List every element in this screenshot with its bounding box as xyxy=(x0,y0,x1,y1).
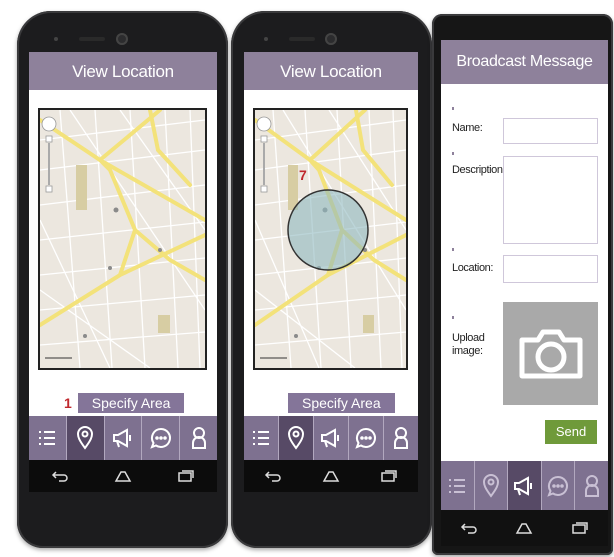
tab-chat[interactable] xyxy=(349,416,384,460)
system-nav-bar xyxy=(244,460,418,492)
proximity-sensor xyxy=(264,37,268,41)
back-icon xyxy=(264,471,281,482)
front-camera xyxy=(116,33,128,45)
specify-area-row: Specify Area xyxy=(288,393,395,413)
location-label: Location: xyxy=(452,262,494,274)
tab-list[interactable] xyxy=(441,461,475,510)
person-icon xyxy=(191,427,206,449)
nav-recents[interactable] xyxy=(560,518,600,538)
field-marker xyxy=(452,316,454,319)
list-icon xyxy=(449,478,466,493)
home-icon xyxy=(114,471,132,482)
street-map xyxy=(40,110,205,368)
tab-chat[interactable] xyxy=(142,416,181,460)
selected-area-circle xyxy=(287,189,369,271)
tab-bar xyxy=(441,461,608,510)
nav-back[interactable] xyxy=(40,466,80,486)
tab-location[interactable] xyxy=(279,416,314,460)
tab-list[interactable] xyxy=(29,416,67,460)
earpiece-speaker xyxy=(79,37,105,41)
back-icon xyxy=(52,471,69,482)
proximity-sensor xyxy=(54,37,58,41)
chat-bubble-icon xyxy=(547,475,569,497)
description-input[interactable] xyxy=(503,156,598,244)
recent-apps-icon xyxy=(572,522,588,534)
nav-recents[interactable] xyxy=(369,466,409,486)
phone-2: View Location 7 Specify Area xyxy=(231,11,432,548)
megaphone-icon xyxy=(514,475,533,496)
screen-view-location-area: View Location 7 Specify Area xyxy=(244,52,418,492)
description-label: Description xyxy=(452,164,503,176)
street-map xyxy=(255,110,406,368)
person-icon xyxy=(394,427,408,449)
chat-bubble-icon xyxy=(150,427,171,449)
tab-broadcast[interactable] xyxy=(508,461,542,510)
home-icon xyxy=(516,523,533,534)
field-marker xyxy=(452,107,454,110)
nav-home[interactable] xyxy=(103,466,143,486)
location-pin-icon xyxy=(482,473,499,498)
location-pin-icon xyxy=(77,426,94,450)
tab-bar xyxy=(244,416,418,460)
chat-bubble-icon xyxy=(355,427,376,449)
specify-area-row: 1 Specify Area xyxy=(64,393,185,413)
front-camera xyxy=(325,33,337,45)
upload-image-label: Upload image: xyxy=(452,332,485,357)
megaphone-icon xyxy=(112,428,131,448)
tab-profile[interactable] xyxy=(575,461,608,510)
field-marker xyxy=(452,152,454,155)
tab-list[interactable] xyxy=(244,416,279,460)
phone-1: View Location 1 Specify Area xyxy=(17,11,228,548)
page-title: View Location xyxy=(29,52,217,90)
tab-profile[interactable] xyxy=(180,416,217,460)
home-icon xyxy=(322,471,340,482)
tab-broadcast[interactable] xyxy=(105,416,143,460)
nav-back[interactable] xyxy=(449,518,489,538)
field-marker xyxy=(452,248,454,251)
back-icon xyxy=(460,523,477,534)
person-icon xyxy=(584,474,599,497)
tab-location[interactable] xyxy=(66,416,105,460)
header-pointer xyxy=(511,84,521,88)
step-number: 1 xyxy=(64,395,72,411)
step-marker: 7 xyxy=(299,167,307,183)
tab-chat[interactable] xyxy=(542,461,576,510)
name-input[interactable] xyxy=(503,118,598,144)
screen-broadcast-message: Broadcast Message Name: Description Loca… xyxy=(441,40,608,490)
recent-apps-icon xyxy=(381,470,397,482)
nav-recents[interactable] xyxy=(166,466,206,486)
tab-profile[interactable] xyxy=(384,416,418,460)
page-title: View Location xyxy=(244,52,418,90)
recent-apps-icon xyxy=(177,470,194,482)
specify-area-button[interactable]: Specify Area xyxy=(77,393,185,413)
camera-icon xyxy=(519,329,582,378)
upload-image-button[interactable] xyxy=(503,302,598,405)
page-title: Broadcast Message xyxy=(441,40,608,84)
map-view[interactable]: 7 xyxy=(253,108,408,370)
system-nav-bar xyxy=(441,510,608,546)
nav-home[interactable] xyxy=(311,466,351,486)
phone-3: Broadcast Message Name: Description Loca… xyxy=(432,14,613,555)
name-label: Name: xyxy=(452,122,483,134)
list-icon xyxy=(253,431,269,445)
specify-area-button[interactable]: Specify Area xyxy=(288,393,395,413)
nav-back[interactable] xyxy=(253,466,293,486)
map-view[interactable] xyxy=(38,108,207,370)
megaphone-icon xyxy=(321,428,339,448)
system-nav-bar xyxy=(29,460,217,492)
send-button[interactable]: Send xyxy=(545,420,597,444)
tab-location[interactable] xyxy=(475,461,509,510)
location-input[interactable] xyxy=(503,255,598,283)
tab-bar xyxy=(29,416,217,460)
location-pin-icon xyxy=(287,426,305,450)
earpiece-speaker xyxy=(289,37,315,41)
tab-broadcast[interactable] xyxy=(314,416,349,460)
nav-home[interactable] xyxy=(504,518,544,538)
screen-view-location: View Location 1 Specify Area xyxy=(29,52,217,492)
list-icon xyxy=(39,431,56,445)
